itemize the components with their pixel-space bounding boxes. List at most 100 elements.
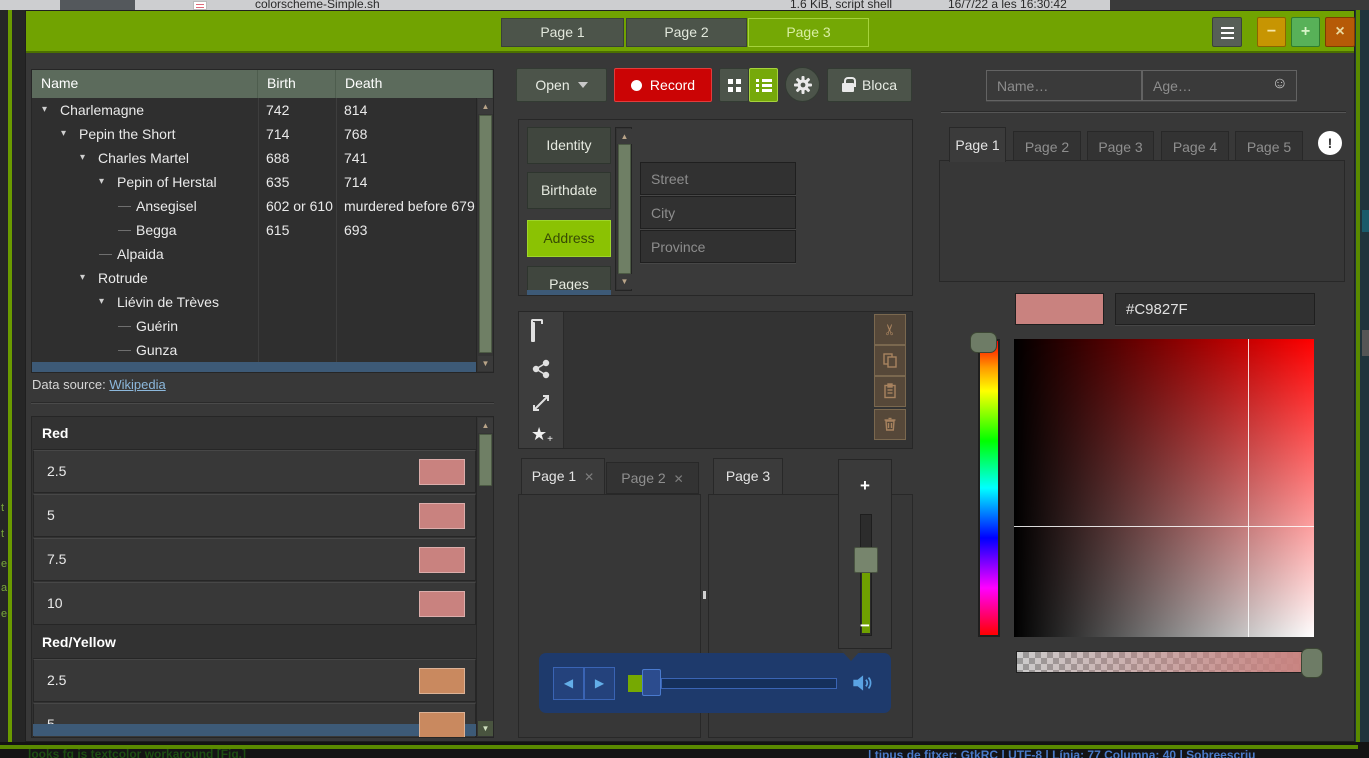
maximize-button[interactable]: + [1291,17,1320,47]
tree-row[interactable]: Gunza [32,338,476,362]
scale-row[interactable]: 5 [33,494,476,537]
tree-scrollbar[interactable]: ▲ ▼ [476,98,493,372]
tree-row[interactable]: ▾Charlemagne742814 [32,98,476,122]
right-tab-page1[interactable]: Page 1 [949,127,1006,162]
open-button[interactable]: Open [516,68,607,102]
media-forward-button[interactable]: ▶ [584,667,615,700]
expander-icon[interactable]: ▾ [61,122,74,146]
fullscreen-icon[interactable] [531,393,553,415]
star-plus-icon[interactable]: ★+ [531,424,553,446]
tab-page3[interactable]: Page 3 [713,458,783,494]
close-tab-icon[interactable]: ✕ [674,472,684,486]
speaker-icon[interactable] [849,670,875,699]
color-swatch[interactable] [1015,293,1104,325]
list-view-toggle[interactable] [749,68,778,102]
titlebar-tab-page3[interactable]: Page 3 [748,18,869,47]
delete-button[interactable] [874,409,906,440]
volume-down-button[interactable]: − [839,616,891,636]
volume-up-button[interactable]: + [839,476,891,496]
tree-cell-death: 814 [336,98,476,122]
close-tab-icon[interactable]: ✕ [584,470,594,484]
grid-view-toggle[interactable] [719,68,749,102]
scroll-down-icon[interactable]: ▼ [478,356,493,371]
scale-row[interactable]: 10 [33,582,476,625]
sidebar-item-address[interactable]: Address [527,220,611,257]
right-tab-page2[interactable]: Page 2 [1013,131,1081,162]
alert-icon[interactable]: ! [1318,131,1342,155]
wikipedia-link[interactable]: Wikipedia [109,377,165,392]
volume-slider-handle[interactable] [854,547,878,573]
sidebar-scrollbar[interactable]: ▲ ▼ [615,127,632,291]
alpha-slider[interactable] [1016,651,1312,673]
tree-selected-row-partial[interactable] [32,362,476,372]
media-back-button[interactable]: ◀ [553,667,584,700]
expander-icon[interactable]: ▾ [99,170,112,194]
scale-row[interactable]: 2.5 [33,450,476,493]
scale-row[interactable]: 7.5 [33,538,476,581]
titlebar-tab-page1[interactable]: Page 1 [501,18,624,47]
tree-scrollbar-thumb[interactable] [479,115,492,353]
tree-branch-line [118,206,131,207]
right-tab-page4[interactable]: Page 4 [1161,131,1229,162]
alpha-slider-handle[interactable] [1301,648,1323,678]
hue-slider[interactable] [978,339,1000,637]
name-input[interactable] [986,70,1142,101]
scale-scrollbar[interactable]: ▲ ▼ [476,417,493,737]
right-tab-page5[interactable]: Page 5 [1235,131,1303,162]
settings-button[interactable] [785,67,820,102]
hex-color-input[interactable] [1115,293,1315,325]
paste-button[interactable] [874,376,906,407]
tree-row[interactable]: Guérin [32,314,476,338]
scroll-down-icon[interactable]: ▼ [478,721,493,736]
column-header-name[interactable]: Name [32,70,258,98]
scroll-up-icon[interactable]: ▲ [617,129,632,144]
right-tab-page3[interactable]: Page 3 [1087,131,1154,162]
lock-button[interactable]: Bloca [827,68,912,102]
titlebar-tab-page2[interactable]: Page 2 [626,18,747,47]
tab-page2[interactable]: Page 2✕ [606,462,699,494]
titlebar[interactable]: Page 1 Page 2 Page 3 − + × [26,11,1354,53]
share-icon[interactable] [531,359,553,381]
sidebar-item-identity[interactable]: Identity [527,127,611,164]
expander-icon[interactable]: ▾ [99,290,112,314]
scissors-icon: ✂ [875,323,904,336]
folder-icon[interactable] [531,324,553,346]
tree-row[interactable]: ▾Rotrude [32,266,476,290]
tree-row[interactable]: ▾Liévin de Trèves [32,290,476,314]
record-button[interactable]: Record [614,68,712,102]
pane-handle[interactable] [703,591,706,599]
hue-slider-handle[interactable] [970,332,997,353]
street-field[interactable] [640,162,796,195]
tree-row[interactable]: ▾Charles Martel688741 [32,146,476,170]
expander-icon[interactable]: ▾ [80,146,93,170]
province-field[interactable] [640,230,796,263]
city-field[interactable] [640,196,796,229]
cut-button[interactable]: ✂ [874,314,906,345]
tree-row[interactable]: ▾Pepin the Short714768 [32,122,476,146]
copy-button[interactable] [874,345,906,376]
seek-slider-handle[interactable] [642,669,661,696]
scroll-up-icon[interactable]: ▲ [478,418,493,433]
scale-scrollbar-thumb[interactable] [479,434,492,486]
tree-row[interactable]: Alpaida [32,242,476,266]
seek-slider[interactable] [661,678,837,689]
expander-icon[interactable]: ▾ [42,98,55,122]
scroll-up-icon[interactable]: ▲ [478,99,493,114]
tree-row[interactable]: ▾Pepin of Herstal635714 [32,170,476,194]
minimize-button[interactable]: − [1257,17,1286,47]
expander-icon[interactable]: ▾ [80,266,93,290]
tree-row[interactable]: Ansegisel602 or 610murdered before 679 [32,194,476,218]
sidebar-item-birthdate[interactable]: Birthdate [527,172,611,209]
close-button[interactable]: × [1325,17,1355,47]
smiley-icon[interactable]: ☺ [1272,75,1288,93]
saturation-value-area[interactable] [1014,339,1314,637]
tree-row[interactable]: Begga615693 [32,218,476,242]
scale-row[interactable]: 2.5 [33,659,476,702]
scroll-down-icon[interactable]: ▼ [617,274,632,289]
sidebar-scrollbar-thumb[interactable] [618,144,631,274]
tab-page1[interactable]: Page 1✕ [521,458,605,494]
window-menu-button[interactable] [1212,17,1242,47]
column-header-death[interactable]: Death [336,70,493,98]
column-header-birth[interactable]: Birth [258,70,336,98]
scale-selected-row-partial[interactable] [33,724,476,736]
